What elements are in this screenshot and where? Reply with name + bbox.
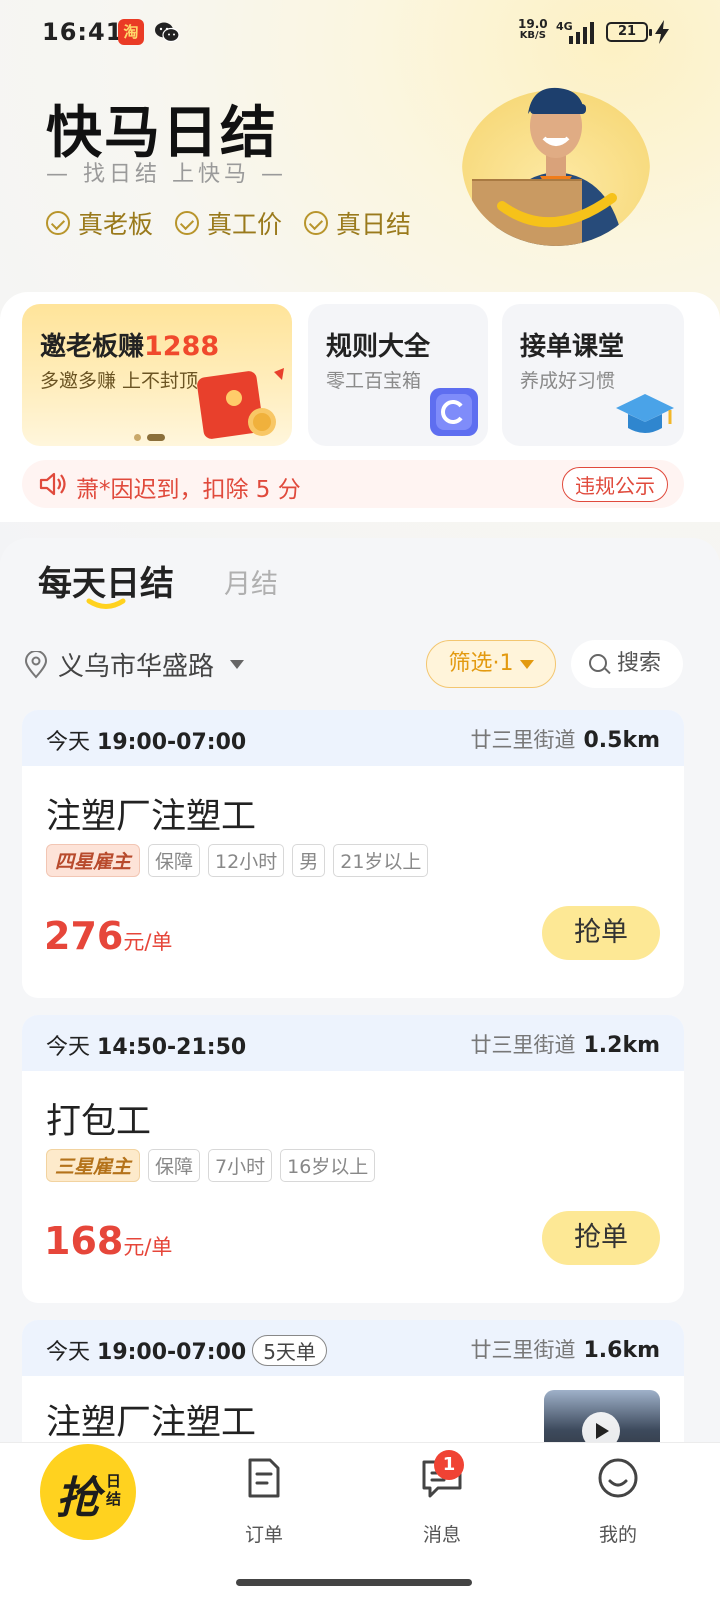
notice-text: 萧*因迟到，扣除 5 分 (76, 477, 301, 503)
courier-illustration (462, 87, 650, 246)
nav-orders[interactable]: 订单 (224, 1456, 304, 1547)
tab-active-indicator (86, 598, 126, 609)
brand-slogan: — 找日结 上快马 — (46, 162, 287, 187)
invite-title: 邀老板赚 (40, 332, 145, 362)
check-circle-icon (46, 211, 70, 235)
filter-button[interactable]: 筛选·1 (426, 640, 556, 688)
invite-banner-card[interactable]: 邀老板赚1288 多邀多赚 上不封顶 (22, 304, 292, 446)
tab-monthly[interactable]: 月结 (224, 562, 278, 601)
status-bar: 16:41 淘 19.0 KB/S 4G 21 (0, 0, 720, 64)
rules-title: 规则大全 (326, 332, 431, 362)
location-text: 义乌市华盛路 (58, 652, 215, 682)
toolbox-icon (430, 388, 478, 436)
job-tag: 16岁以上 (280, 1149, 376, 1182)
carousel-dots (134, 434, 165, 441)
job-tag: 保障 (148, 1149, 201, 1182)
employer-rating-badge: 四星雇主 (46, 844, 141, 877)
invite-amount: 1288 (144, 331, 220, 362)
job-title: 打包工 (46, 1102, 152, 1142)
search-button[interactable]: 搜索 (571, 640, 683, 688)
taobao-app-icon: 淘 (118, 19, 144, 45)
job-tag: 21岁以上 (333, 844, 429, 877)
course-card[interactable]: 接单课堂 养成好习惯 (502, 304, 684, 446)
job-card[interactable]: 今天 14:50-21:50 廿三里街道 1.2km 打包工 三星雇主 保障 7小… (22, 1015, 684, 1303)
job-distance: 0.5km (583, 728, 660, 753)
job-price: 168元/单 (44, 1219, 173, 1263)
chevron-down-icon (519, 659, 534, 669)
rules-subtitle: 零工百宝箱 (326, 370, 422, 392)
wechat-icon (155, 22, 180, 43)
job-tags: 四星雇主 保障 12小时 男 21岁以上 (46, 844, 429, 877)
chevron-down-icon (230, 660, 245, 669)
trust-badges: 真老板 真工价 真日结 (46, 205, 411, 241)
check-circle-icon (304, 211, 329, 235)
job-tag: 保障 (148, 844, 201, 877)
home-indicator[interactable] (236, 1579, 472, 1586)
grab-order-button[interactable]: 抢单 (542, 906, 660, 960)
job-tag: 12小时 (208, 844, 285, 877)
multi-day-tag: 5天单 (252, 1335, 327, 1366)
charging-bolt-icon (655, 20, 669, 44)
signal-icon (569, 22, 594, 44)
job-tag: 男 (292, 844, 326, 877)
nav-grab-orders[interactable]: 抢 日结 (40, 1444, 136, 1540)
job-card-header: 今天 14:50-21:50 廿三里街道 1.2km (22, 1015, 684, 1071)
invite-subtitle: 多邀多赚 上不封顶 (40, 370, 199, 392)
job-card[interactable]: 今天 19:00-07:00 廿三里街道 0.5km 注塑厂注塑工 四星雇主 保障… (22, 710, 684, 998)
nav-messages[interactable]: 1 消息 (402, 1450, 482, 1547)
document-icon (248, 1458, 280, 1498)
job-title: 注塑厂注塑工 (46, 797, 257, 837)
trust-badge: 真工价 (175, 205, 282, 241)
unread-badge: 1 (434, 1450, 464, 1480)
job-price: 276元/单 (44, 914, 173, 958)
grab-order-button[interactable]: 抢单 (542, 1211, 660, 1265)
job-title: 注塑厂注塑工 (46, 1403, 257, 1443)
nav-me[interactable]: 我的 (578, 1456, 658, 1547)
speaker-icon (39, 472, 66, 496)
job-tags: 三星雇主 保障 7小时 16岁以上 (46, 1149, 376, 1182)
smile-face-icon (598, 1458, 638, 1498)
violation-list-button[interactable]: 违规公示 (562, 467, 668, 502)
status-time: 16:41 (42, 18, 124, 46)
graduation-cap-icon (616, 394, 674, 433)
trust-badge: 真老板 (46, 205, 153, 241)
violation-notice-bar[interactable]: 萧*因迟到，扣除 5 分 违规公示 (22, 460, 684, 508)
rules-card[interactable]: 规则大全 零工百宝箱 (308, 304, 488, 446)
check-circle-icon (175, 211, 200, 235)
red-envelope-icon (197, 368, 284, 439)
job-distance: 1.2km (583, 1033, 660, 1058)
course-title: 接单课堂 (520, 332, 625, 362)
battery-indicator: 21 (606, 22, 652, 42)
job-distance: 1.6km (583, 1338, 660, 1363)
job-card-header: 今天 19:00-07:00 廿三里街道 0.5km (22, 710, 684, 766)
search-icon (589, 654, 607, 672)
employer-rating-badge: 三星雇主 (46, 1149, 141, 1182)
job-card-header: 今天 19:00-07:00 5天单 廿三里街道 1.6km (22, 1320, 684, 1376)
location-pin-icon (24, 650, 48, 679)
job-tag: 7小时 (208, 1149, 273, 1182)
trust-badge: 真日结 (304, 205, 411, 241)
location-selector[interactable]: 义乌市华盛路 (24, 646, 245, 683)
course-subtitle: 养成好习惯 (520, 370, 616, 392)
network-speed: 19.0 KB/S (518, 17, 548, 41)
